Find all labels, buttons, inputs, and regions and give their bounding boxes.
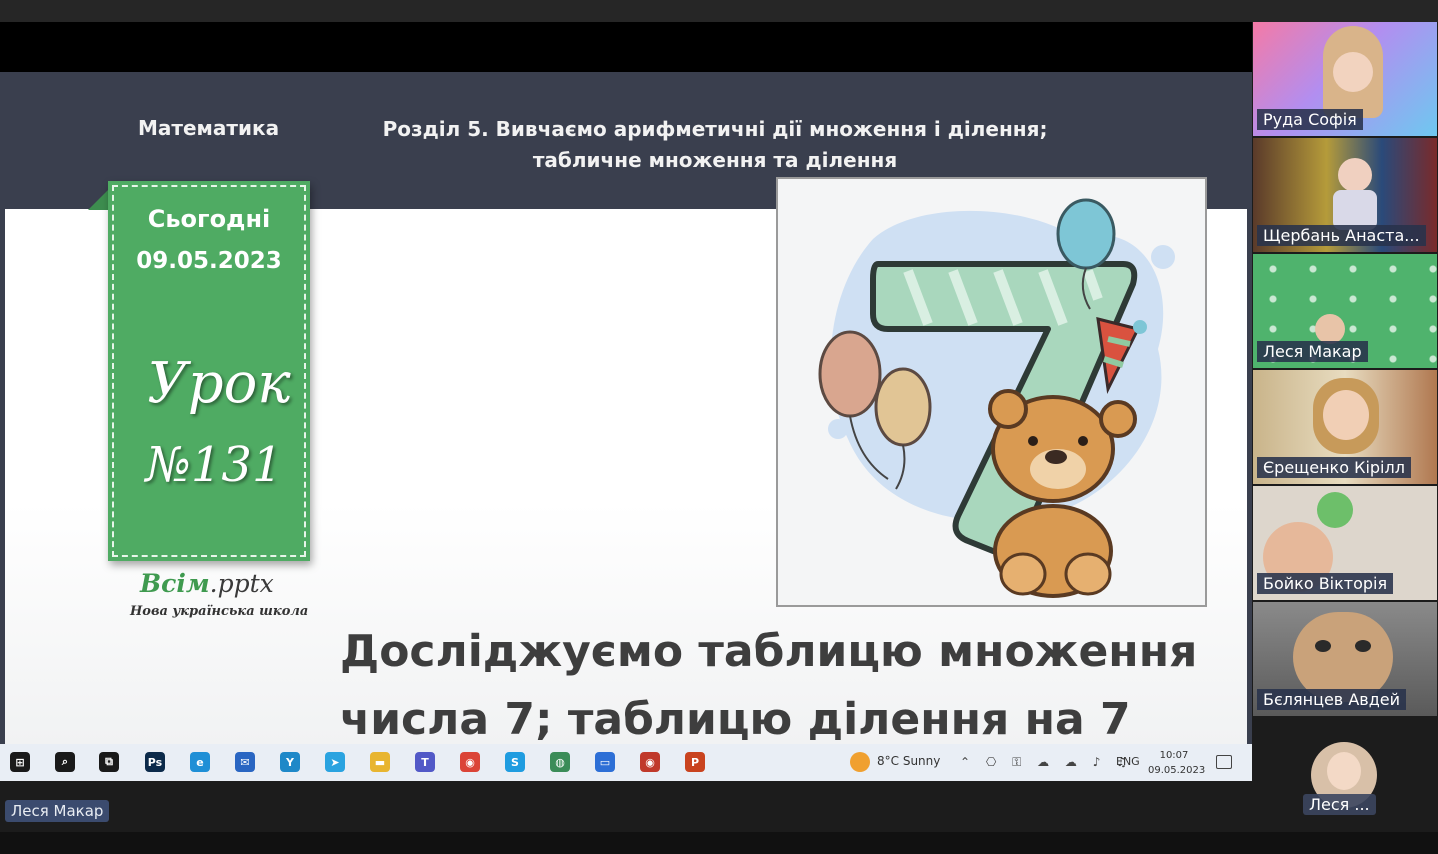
number-seven-illustration <box>776 177 1207 607</box>
photoshop-icon[interactable]: Ps <box>145 752 165 772</box>
windows-start-icon[interactable]: ⊞ <box>10 752 30 772</box>
lesson-card: Сьогодні 09.05.2023 Урок №131 <box>108 181 310 561</box>
participant-tile[interactable]: Бойко Вікторія <box>1253 486 1437 600</box>
task-view-icon[interactable]: ⧉ <box>99 752 119 772</box>
window-bottom-bar <box>0 832 1438 854</box>
card-lesson-number: №131 <box>145 437 283 493</box>
brand-logo: Всім.pptx <box>140 569 274 598</box>
participant-tile[interactable]: Щербань Анаста... <box>1253 138 1437 252</box>
participant-tile[interactable]: Єрещенко Кірілл <box>1253 370 1437 484</box>
participant-name: Щербань Анаста... <box>1257 225 1426 246</box>
skype-icon[interactable]: S <box>505 752 525 772</box>
self-view-name: Леся ... <box>1303 794 1376 815</box>
participant-name: Руда Софія <box>1257 109 1363 130</box>
zoom-icon[interactable]: ▭ <box>595 752 615 772</box>
section-line-2: табличне множення та ділення <box>532 148 898 172</box>
brand-name-dark: .pptx <box>209 569 274 598</box>
mail-icon[interactable]: ✉ <box>235 752 255 772</box>
edge-icon[interactable]: e <box>190 752 210 772</box>
shared-slide: Математика Розділ 5. Вивчаємо арифметичн… <box>0 72 1252 744</box>
system-tray-icons[interactable]: ⌃ ⎔ ⚿ ☁ ☁ ♪ ♫ <box>960 755 1133 770</box>
slide-subject: Математика <box>138 116 280 140</box>
card-lesson-label: Урок <box>147 351 291 416</box>
search-icon[interactable]: ⌕ <box>55 752 75 772</box>
participant-name: Єрещенко Кірілл <box>1257 457 1411 478</box>
brand-name-green: Всім <box>140 569 210 598</box>
participant-tile[interactable]: Бєлянцев Авдей <box>1253 602 1437 716</box>
slide-section-title: Розділ 5. Вивчаємо арифметичні дії множе… <box>380 114 1050 176</box>
language-indicator[interactable]: ENG <box>1116 755 1140 768</box>
card-ribbon-fold <box>88 190 108 210</box>
card-date: 09.05.2023 <box>136 248 282 274</box>
windows-taskbar: ⊞ ⌕ ⧉ Ps e ✉ Y ➤ ▬ T ◉ S ◍ ▭ ◉ P 8°C Sunny ⌃ ⎔ ⚿ ☁ ☁ ♪ … <box>0 744 1252 781</box>
app-arrow-icon[interactable]: Y <box>280 752 300 772</box>
globe-icon[interactable]: ◍ <box>550 752 570 772</box>
chrome-profile-icon[interactable]: ◉ <box>640 752 660 772</box>
seven-bear-image <box>818 198 1175 598</box>
window-top-bar <box>0 0 1438 22</box>
teams-icon[interactable]: T <box>415 752 435 772</box>
file-explorer-icon[interactable]: ▬ <box>370 752 390 772</box>
weather-text[interactable]: 8°C Sunny <box>877 754 940 768</box>
clock-date: 09.05.2023 <box>1148 765 1206 776</box>
taskbar-clock[interactable]: 10:07 09.05.2023 <box>1148 748 1206 778</box>
weather-sun-icon[interactable] <box>850 752 870 772</box>
clock-time: 10:07 <box>1159 750 1189 761</box>
title-line-1: Досліджуємо таблицю множення <box>340 626 1198 677</box>
presenter-name-tag: Леся Макар <box>5 800 110 822</box>
telegram-icon[interactable]: ➤ <box>325 752 345 772</box>
participant-name: Бєлянцев Авдей <box>1257 689 1406 710</box>
shared-screen-margin <box>0 22 1252 72</box>
section-line-1: Розділ 5. Вивчаємо арифметичні дії множе… <box>382 117 1048 141</box>
participant-name: Леся Макар <box>1257 341 1368 362</box>
participant-tile[interactable]: Руда Софія <box>1253 22 1437 136</box>
title-line-2: числа 7; таблицю ділення на 7 <box>340 694 1131 744</box>
brand-subtitle: Нова українська школа <box>130 604 309 619</box>
notifications-icon[interactable] <box>1216 755 1232 769</box>
chrome-icon[interactable]: ◉ <box>460 752 480 772</box>
powerpoint-icon[interactable]: P <box>685 752 705 772</box>
participant-tile[interactable]: Леся Макар <box>1253 254 1437 368</box>
lesson-title: Досліджуємо таблицю множення числа 7; та… <box>340 618 1197 744</box>
card-today-label: Сьогодні <box>147 205 271 233</box>
participant-name: Бойко Вікторія <box>1257 573 1394 594</box>
